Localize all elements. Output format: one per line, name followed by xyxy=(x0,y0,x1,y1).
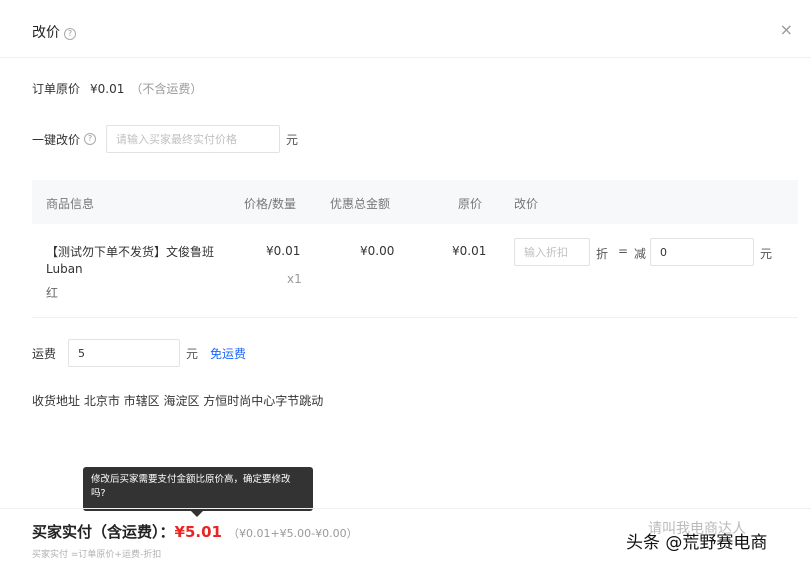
dialog-title-text: 改价 xyxy=(32,25,60,41)
freight-row: 运费 5 元 免运费 xyxy=(32,338,246,368)
yuan-unit: 元 xyxy=(760,247,773,261)
free-shipping-link[interactable]: 免运费 xyxy=(210,345,246,362)
yuan-unit: 元 xyxy=(186,346,199,361)
final-price-placeholder: 请输入买家最终实付价格 xyxy=(116,133,238,146)
watermark-main-text: 头条 @荒野赛电商 xyxy=(626,533,768,553)
header-modify-price: 改价 xyxy=(514,197,539,211)
discount-input[interactable]: 输入折扣 xyxy=(514,238,590,266)
one-key-price-row: 一键改价 ? 请输入买家最终实付价格 元 xyxy=(32,124,298,154)
original-price-amount: ¥0.01 xyxy=(90,82,125,96)
product-original-price: ¥0.01 xyxy=(452,244,487,258)
freight-input[interactable]: 5 xyxy=(68,339,181,367)
product-quantity: x1 xyxy=(287,272,302,286)
buyer-payment-amount: ¥5.01 xyxy=(174,523,222,541)
product-price: ¥0.01 xyxy=(266,244,301,258)
buyer-payment-line: 买家实付（含运费）：¥5.01 （¥0.01+¥5.00-¥0.00） xyxy=(32,521,358,542)
product-spec: 红 xyxy=(46,286,59,300)
help-icon[interactable]: ? xyxy=(84,133,97,145)
freight-label: 运费 xyxy=(32,346,57,361)
header-original-price: 原价 xyxy=(458,197,483,211)
minus-amount-input[interactable]: 0 xyxy=(650,238,754,266)
header-price-qty: 价格/数量 xyxy=(244,197,297,211)
discount-unit: 折 xyxy=(596,247,609,261)
one-key-label: 一键改价 xyxy=(32,132,81,147)
discount-placeholder: 输入折扣 xyxy=(524,246,568,259)
original-price-note: （不含运费） xyxy=(130,82,203,96)
minus-label: 减 xyxy=(634,247,647,261)
buyer-payment-label: 买家实付（含运费）： xyxy=(32,523,175,541)
product-name: 【测试勿下单不发货】文俊鲁班Luban xyxy=(46,245,215,276)
watermark: 请叫我电商达人 头条 @荒野赛电商 xyxy=(610,518,811,558)
shipping-address: 收货地址 北京市 市辖区 海淀区 方恒时尚中心字节跳动 xyxy=(32,394,324,408)
payment-breakdown: （¥0.01+¥5.00-¥0.00） xyxy=(227,527,358,540)
original-price-row: 订单原价 ¥0.01 （不含运费） xyxy=(32,80,202,97)
yuan-unit: 元 xyxy=(286,132,299,147)
help-icon[interactable]: ? xyxy=(64,28,76,40)
dialog-title: 改价? xyxy=(32,22,76,42)
dialog-header: 改价? × xyxy=(0,0,811,58)
warning-tooltip: 修改后买家需要支付金额比原价高，确定要修改吗? xyxy=(83,467,313,517)
equals-sign: = xyxy=(618,244,629,258)
product-discount-total: ¥0.00 xyxy=(360,244,395,258)
original-price-label: 订单原价 xyxy=(32,82,81,96)
table-row: 【测试勿下单不发货】文俊鲁班Luban 红 ¥0.01 x1 ¥0.00 ¥0.… xyxy=(32,224,798,318)
final-price-input[interactable]: 请输入买家最终实付价格 xyxy=(106,125,281,153)
payment-formula: 买家实付 =订单原价+运费-折扣 xyxy=(32,550,162,560)
table-header: 商品信息 价格/数量 优惠总金额 原价 改价 xyxy=(32,180,798,224)
close-icon[interactable]: × xyxy=(780,20,793,39)
header-product-info: 商品信息 xyxy=(46,197,95,211)
header-discount-total: 优惠总金额 xyxy=(330,197,391,211)
